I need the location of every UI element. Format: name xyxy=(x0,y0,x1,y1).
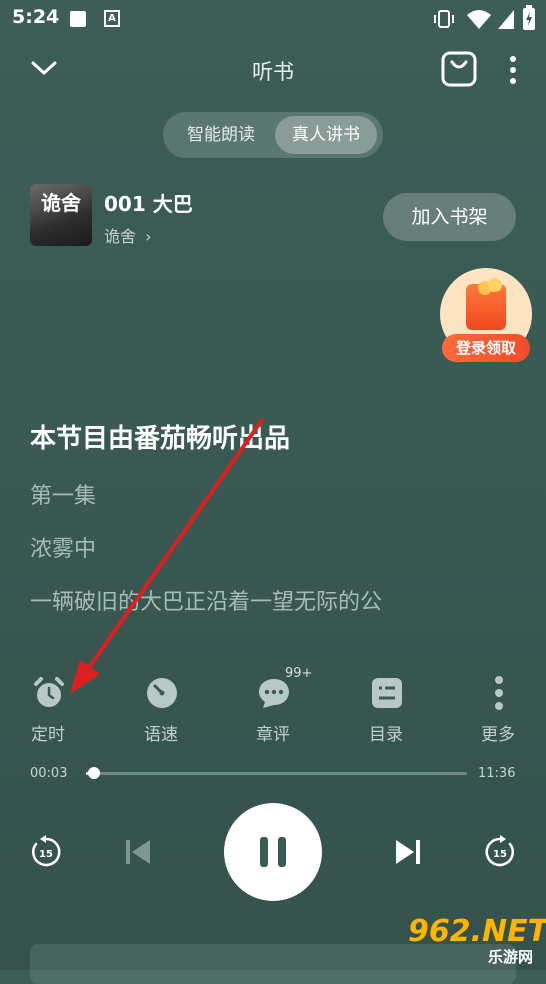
forward-15-button[interactable]: 15 xyxy=(482,834,518,870)
add-to-shelf-button[interactable]: 加入书架 xyxy=(383,193,516,241)
forward-label: 15 xyxy=(493,849,507,860)
list-icon xyxy=(372,678,402,708)
speed-label: 语速 xyxy=(144,725,178,745)
speed-gauge-icon xyxy=(147,678,177,708)
comment-count-badge: 99+ xyxy=(285,666,313,681)
timer-label: 定时 xyxy=(31,725,65,745)
total-duration: 11:36 xyxy=(478,766,516,781)
current-time: 00:03 xyxy=(30,766,68,781)
login-reward-promo[interactable]: 登录领取 xyxy=(440,268,532,362)
comment-icon xyxy=(259,679,289,708)
battery-icon xyxy=(523,5,535,30)
progress-thumb[interactable] xyxy=(88,767,100,779)
notification-letter-icon: A xyxy=(104,10,120,27)
progress-track[interactable] xyxy=(86,772,467,775)
rewind-label: 15 xyxy=(39,849,53,860)
rewind-icon: 15 xyxy=(32,835,61,867)
author-name: 诡舍 xyxy=(104,227,137,246)
content-line: 一辆破旧的大巴正沿着一望无际的公 xyxy=(30,590,383,615)
comment-label: 章评 xyxy=(256,725,290,745)
content-line: 第一集 xyxy=(30,484,97,509)
more-label: 更多 xyxy=(481,725,515,745)
chevron-right-icon: › xyxy=(145,227,152,246)
chapter-title: 001 大巴 xyxy=(104,192,193,216)
shopping-bag-icon[interactable] xyxy=(440,50,478,88)
book-cover[interactable]: 诡舍 xyxy=(30,184,92,246)
alarm-clock-icon xyxy=(34,677,64,707)
signal-icon xyxy=(498,10,514,29)
cover-title: 诡舍 xyxy=(41,191,81,215)
vibrate-icon xyxy=(434,10,454,28)
wifi-icon xyxy=(467,10,491,29)
catalog-label: 目录 xyxy=(369,725,403,745)
next-icon[interactable] xyxy=(393,837,423,867)
more-vertical-icon xyxy=(495,676,503,710)
rewind-15-button[interactable]: 15 xyxy=(28,834,64,870)
tab-real-narrator[interactable]: 真人讲书 xyxy=(275,116,377,154)
notification-square-icon xyxy=(70,11,86,27)
status-bar: 5:24 A xyxy=(0,0,546,38)
more-menu-icon[interactable] xyxy=(506,54,520,86)
book-author-link[interactable]: 诡舍 › xyxy=(104,223,152,247)
mode-segment: 智能朗读 真人讲书 xyxy=(163,112,383,158)
forward-icon: 15 xyxy=(485,835,514,867)
watermark-logo: 962.NET xyxy=(408,914,546,949)
content-line: 浓雾中 xyxy=(30,537,97,562)
pause-button[interactable] xyxy=(224,803,322,901)
watermark-subtitle: 乐游网 xyxy=(488,948,534,966)
coin-icon xyxy=(478,278,502,295)
status-time: 5:24 xyxy=(12,6,60,28)
pause-icon xyxy=(260,837,286,867)
tab-smart-reading[interactable]: 智能朗读 xyxy=(169,116,273,154)
previous-icon[interactable] xyxy=(123,837,153,867)
content-heading: 本节目由番茄畅听出品 xyxy=(30,424,291,454)
watermark: 962.NET 乐游网 xyxy=(408,914,546,968)
promo-label: 登录领取 xyxy=(442,334,530,362)
